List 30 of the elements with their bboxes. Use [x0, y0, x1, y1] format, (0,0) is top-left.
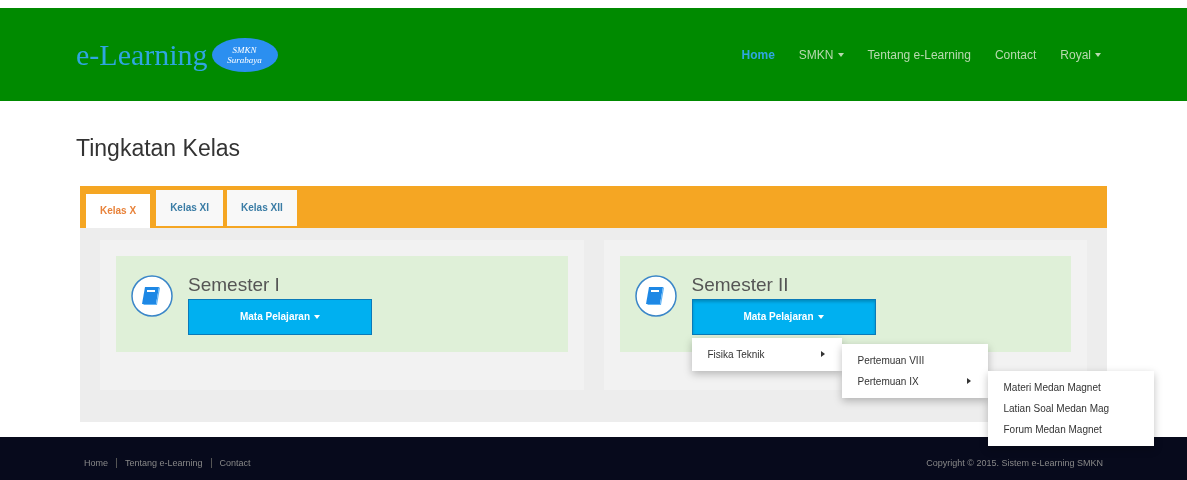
caret-icon: [837, 51, 844, 58]
nav-link[interactable]: Royal: [1060, 45, 1101, 64]
menu-item[interactable]: Materi Medan Magnet: [1003, 379, 1101, 395]
semester-title: Semester II: [691, 273, 790, 296]
book-icon: [130, 273, 174, 318]
copyright-text: Copyright © 2015. Sistem e-Learning SMKN: [926, 456, 1103, 470]
subject-dropdown-button[interactable]: Mata Pelajaran: [691, 298, 876, 335]
book-icon: [633, 273, 678, 318]
menu-item[interactable]: Latian Soal Medan Mag: [1003, 400, 1110, 416]
footer-link[interactable]: Home: [84, 456, 108, 470]
nav-link[interactable]: Tentang e-Learning: [867, 45, 971, 64]
menu-item[interactable]: Fisika Teknik: [707, 346, 765, 362]
nav-link[interactable]: Contact: [994, 45, 1037, 64]
footer-link[interactable]: Tentang e-Learning: [125, 456, 203, 470]
tab[interactable]: Kelas XI: [156, 189, 224, 226]
submenu-caret-icon: [965, 378, 972, 384]
menu-item[interactable]: Forum Medan Magnet: [1003, 421, 1102, 437]
footer-link[interactable]: Contact: [219, 456, 251, 470]
caret-icon: [817, 313, 824, 320]
tab[interactable]: Kelas X: [84, 191, 153, 228]
nav-link[interactable]: SMKN: [798, 45, 844, 64]
menu-item[interactable]: Pertemuan VIII: [857, 352, 925, 368]
menu-item[interactable]: Pertemuan IX: [857, 373, 919, 389]
subject-dropdown-button[interactable]: Mata Pelajaran: [188, 298, 372, 335]
logo-badge: SMKN Surabaya: [211, 37, 278, 72]
caret-icon: [1095, 51, 1101, 58]
caret-icon: [314, 313, 320, 320]
tab[interactable]: Kelas XII: [227, 189, 297, 226]
semester-title: Semester I: [188, 273, 281, 296]
page-heading: Tingkatan Kelas: [76, 134, 242, 163]
